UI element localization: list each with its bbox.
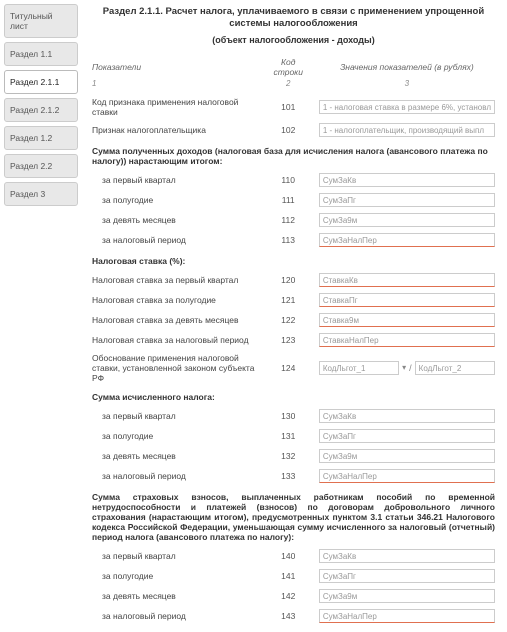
field-124-2[interactable]: КодЛьгот_2 [415,361,495,375]
col-header-indicator: Показатели [88,55,262,79]
field-132[interactable]: СумЗа9м [319,449,495,463]
label-110: за первый квартал [88,170,262,190]
col-num-3: 3 [315,79,499,94]
tab-section-2-1-1[interactable]: Раздел 2.1.1 [4,70,78,94]
field-140[interactable]: СумЗаКв [319,549,495,563]
form-table: Показатели Код строки Значения показател… [88,55,499,626]
code-140: 140 [262,546,315,566]
field-124-1[interactable]: КодЛьгот_1 [319,361,399,375]
separator-slash: / [409,363,412,373]
label-123: Налоговая ставка за налоговый период [88,330,262,350]
code-101: 101 [262,94,315,120]
code-113: 113 [262,230,315,250]
field-130[interactable]: СумЗаКв [319,409,495,423]
tab-section-1-1[interactable]: Раздел 1.1 [4,42,78,66]
field-110[interactable]: СумЗаКв [319,173,495,187]
label-130: за первый квартал [88,406,262,426]
form-panel: Раздел 2.1.1. Расчет налога, уплачиваемо… [78,0,507,632]
tab-section-2-1-2[interactable]: Раздел 2.1.2 [4,98,78,122]
field-141[interactable]: СумЗаПг [319,569,495,583]
label-124: Обоснование применения налоговой ставки,… [88,350,262,386]
code-130: 130 [262,406,315,426]
tab-title-page[interactable]: Титульный лист [4,4,78,38]
label-133: за налоговый период [88,466,262,486]
label-143: за налоговый период [88,606,262,626]
field-112[interactable]: СумЗа9м [319,213,495,227]
field-143[interactable]: СумЗаНалПер [319,609,495,623]
section-income: Сумма полученных доходов (налоговая база… [88,140,499,170]
label-111: за полугодие [88,190,262,210]
code-143: 143 [262,606,315,626]
code-122: 122 [262,310,315,330]
code-141: 141 [262,566,315,586]
code-124: 124 [262,350,315,386]
field-131[interactable]: СумЗаПг [319,429,495,443]
label-102: Признак налогоплательщика [88,120,262,140]
field-133[interactable]: СумЗаНалПер [319,469,495,483]
label-121: Налоговая ставка за полугодие [88,290,262,310]
col-header-code: Код строки [262,55,315,79]
code-120: 120 [262,270,315,290]
label-132: за девять месяцев [88,446,262,466]
field-123[interactable]: СтавкаНалПер [319,333,495,347]
field-142[interactable]: СумЗа9м [319,589,495,603]
code-123: 123 [262,330,315,350]
section-rate: Налоговая ставка (%): [88,250,499,270]
col-num-2: 2 [262,79,315,94]
label-131: за полугодие [88,426,262,446]
section-insurance: Сумма страховых взносов, выплаченных раб… [88,486,499,546]
tab-section-1-2[interactable]: Раздел 1.2 [4,126,78,150]
label-141: за полугодие [88,566,262,586]
chevron-down-icon[interactable]: ▾ [402,363,406,372]
section-calculated-tax: Сумма исчисленного налога: [88,386,499,406]
code-142: 142 [262,586,315,606]
code-131: 131 [262,426,315,446]
label-120: Налоговая ставка за первый квартал [88,270,262,290]
label-122: Налоговая ставка за девять месяцев [88,310,262,330]
code-112: 112 [262,210,315,230]
label-140: за первый квартал [88,546,262,566]
label-113: за налоговый период [88,230,262,250]
label-101: Код признака применения налоговой ставки [88,94,262,120]
tab-section-2-2[interactable]: Раздел 2.2 [4,154,78,178]
label-112: за девять месяцев [88,210,262,230]
field-113[interactable]: СумЗаНалПер [319,233,495,247]
field-102[interactable]: 1 - налогоплательщик, производящий выпл [319,123,495,137]
field-122[interactable]: Ставка9м [319,313,495,327]
field-121[interactable]: СтавкаПг [319,293,495,307]
field-120[interactable]: СтавкаКв [319,273,495,287]
code-111: 111 [262,190,315,210]
field-111[interactable]: СумЗаПг [319,193,495,207]
code-102: 102 [262,120,315,140]
code-110: 110 [262,170,315,190]
section-subtitle: (объект налогообложения - доходы) [88,35,499,45]
label-142: за девять месяцев [88,586,262,606]
col-header-value: Значения показателей (в рублях) [315,55,499,79]
code-132: 132 [262,446,315,466]
field-101[interactable]: 1 - налоговая ставка в размере 6%, устан… [319,100,495,114]
tab-section-3[interactable]: Раздел 3 [4,182,78,206]
section-title: Раздел 2.1.1. Расчет налога, уплачиваемо… [88,6,499,31]
sidebar: Титульный лист Раздел 1.1 Раздел 2.1.1 Р… [0,0,78,632]
col-num-1: 1 [88,79,262,94]
code-121: 121 [262,290,315,310]
code-133: 133 [262,466,315,486]
